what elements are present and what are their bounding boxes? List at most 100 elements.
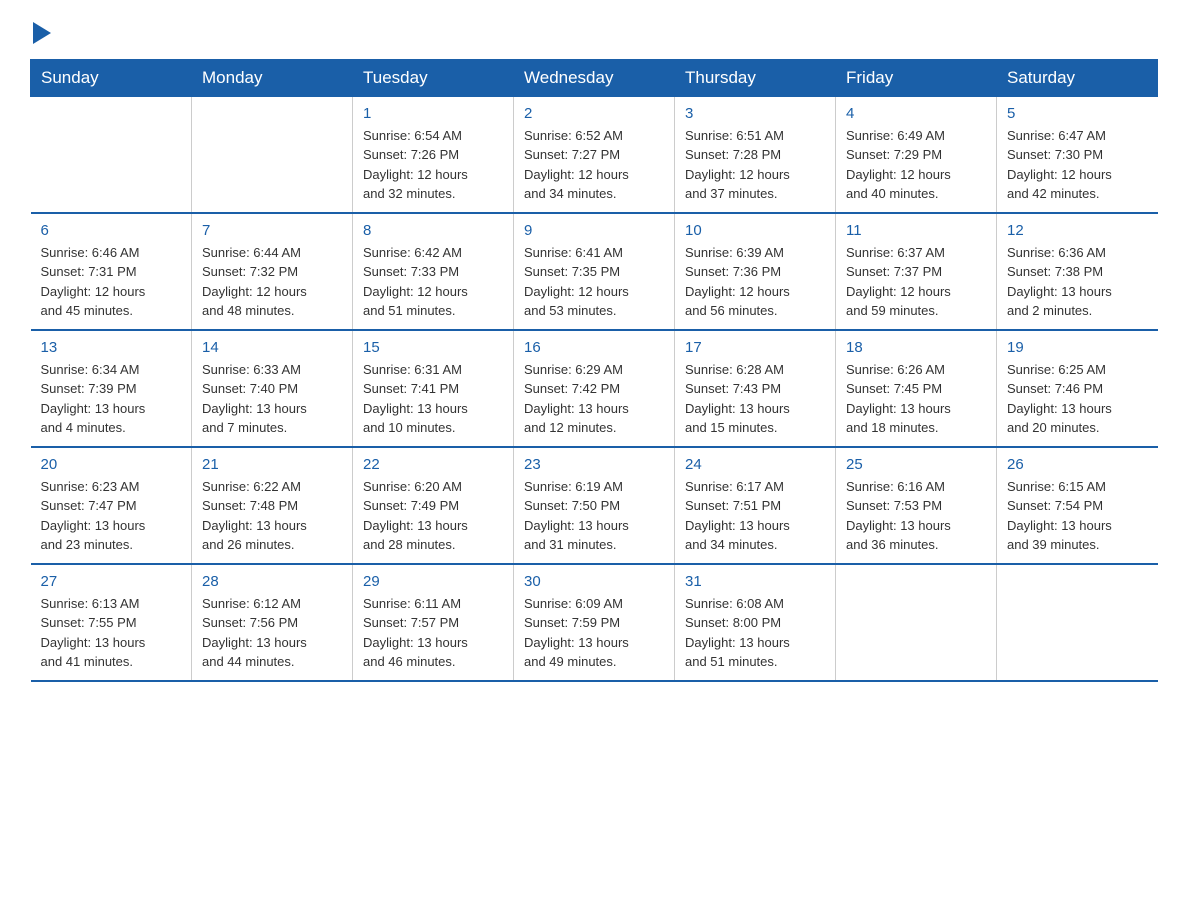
- day-number: 7: [202, 222, 342, 239]
- header-cell-tuesday: Tuesday: [353, 59, 514, 96]
- day-cell: 20 Sunrise: 6:23 AM Sunset: 7:47 PM Dayli…: [31, 447, 192, 564]
- day-info: Sunrise: 6:25 AM Sunset: 7:46 PM Dayligh…: [1007, 360, 1148, 438]
- day-cell: 28Sunrise: 6:12 AM Sunset: 7:56 PM Dayli…: [192, 564, 353, 681]
- day-cell: 8 Sunrise: 6:42 AM Sunset: 7:33 PM Daylig…: [353, 213, 514, 330]
- day-number: 30: [524, 573, 664, 590]
- day-cell: 12Sunrise: 6:36 AM Sunset: 7:38 PM Dayli…: [997, 213, 1158, 330]
- day-number: 12: [1007, 222, 1148, 239]
- day-number: 24: [685, 456, 825, 473]
- day-number: 20: [41, 456, 182, 473]
- day-number: 21: [202, 456, 342, 473]
- day-info: Sunrise: 6:39 AM Sunset: 7:36 PM Dayligh…: [685, 243, 825, 321]
- day-info: Sunrise: 6:15 AM Sunset: 7:54 PM Dayligh…: [1007, 477, 1148, 555]
- day-cell: 26 Sunrise: 6:15 AM Sunset: 7:54 PM Dayli…: [997, 447, 1158, 564]
- day-number: 19: [1007, 339, 1148, 356]
- calendar: SundayMondayTuesdayWednesdayThursdayFrid…: [30, 59, 1158, 682]
- day-number: 4: [846, 105, 986, 122]
- day-info: Sunrise: 6:29 AM Sunset: 7:42 PM Dayligh…: [524, 360, 664, 438]
- day-number: 22: [363, 456, 503, 473]
- header-cell-thursday: Thursday: [675, 59, 836, 96]
- day-number: 18: [846, 339, 986, 356]
- day-cell: 21 Sunrise: 6:22 AM Sunset: 7:48 PM Dayli…: [192, 447, 353, 564]
- day-info: Sunrise: 6:31 AM Sunset: 7:41 PM Dayligh…: [363, 360, 503, 438]
- logo: [30, 20, 51, 49]
- calendar-header: SundayMondayTuesdayWednesdayThursdayFrid…: [31, 59, 1158, 96]
- header-cell-friday: Friday: [836, 59, 997, 96]
- day-info: Sunrise: 6:37 AM Sunset: 7:37 PM Dayligh…: [846, 243, 986, 321]
- day-info: Sunrise: 6:47 AM Sunset: 7:30 PM Dayligh…: [1007, 126, 1148, 204]
- week-row-5: 27Sunrise: 6:13 AM Sunset: 7:55 PM Dayli…: [31, 564, 1158, 681]
- day-cell: 6 Sunrise: 6:46 AM Sunset: 7:31 PM Daylig…: [31, 213, 192, 330]
- page-header: [30, 20, 1158, 49]
- day-cell: 2Sunrise: 6:52 AM Sunset: 7:27 PM Daylig…: [514, 96, 675, 213]
- day-info: Sunrise: 6:26 AM Sunset: 7:45 PM Dayligh…: [846, 360, 986, 438]
- day-info: Sunrise: 6:08 AM Sunset: 8:00 PM Dayligh…: [685, 594, 825, 672]
- day-number: 26: [1007, 456, 1148, 473]
- header-cell-monday: Monday: [192, 59, 353, 96]
- day-number: 13: [41, 339, 182, 356]
- week-row-3: 13 Sunrise: 6:34 AM Sunset: 7:39 PM Dayli…: [31, 330, 1158, 447]
- day-number: 5: [1007, 105, 1148, 122]
- day-cell: 23Sunrise: 6:19 AM Sunset: 7:50 PM Dayli…: [514, 447, 675, 564]
- day-number: 23: [524, 456, 664, 473]
- day-info: Sunrise: 6:34 AM Sunset: 7:39 PM Dayligh…: [41, 360, 182, 438]
- day-info: Sunrise: 6:52 AM Sunset: 7:27 PM Dayligh…: [524, 126, 664, 204]
- calendar-body: 1Sunrise: 6:54 AM Sunset: 7:26 PM Daylig…: [31, 96, 1158, 681]
- day-cell: 18 Sunrise: 6:26 AM Sunset: 7:45 PM Dayli…: [836, 330, 997, 447]
- day-cell: 30 Sunrise: 6:09 AM Sunset: 7:59 PM Dayli…: [514, 564, 675, 681]
- day-number: 9: [524, 222, 664, 239]
- day-cell: 4 Sunrise: 6:49 AM Sunset: 7:29 PM Daylig…: [836, 96, 997, 213]
- week-row-2: 6 Sunrise: 6:46 AM Sunset: 7:31 PM Daylig…: [31, 213, 1158, 330]
- day-cell: 16 Sunrise: 6:29 AM Sunset: 7:42 PM Dayli…: [514, 330, 675, 447]
- day-cell: 15 Sunrise: 6:31 AM Sunset: 7:41 PM Dayli…: [353, 330, 514, 447]
- day-number: 3: [685, 105, 825, 122]
- day-info: Sunrise: 6:54 AM Sunset: 7:26 PM Dayligh…: [363, 126, 503, 204]
- day-number: 17: [685, 339, 825, 356]
- day-number: 8: [363, 222, 503, 239]
- header-row: SundayMondayTuesdayWednesdayThursdayFrid…: [31, 59, 1158, 96]
- day-cell: 25Sunrise: 6:16 AM Sunset: 7:53 PM Dayli…: [836, 447, 997, 564]
- day-cell: 31Sunrise: 6:08 AM Sunset: 8:00 PM Dayli…: [675, 564, 836, 681]
- day-number: 25: [846, 456, 986, 473]
- day-cell: 29Sunrise: 6:11 AM Sunset: 7:57 PM Dayli…: [353, 564, 514, 681]
- day-cell: 13 Sunrise: 6:34 AM Sunset: 7:39 PM Dayli…: [31, 330, 192, 447]
- day-cell: 27Sunrise: 6:13 AM Sunset: 7:55 PM Dayli…: [31, 564, 192, 681]
- day-info: Sunrise: 6:46 AM Sunset: 7:31 PM Dayligh…: [41, 243, 182, 321]
- day-cell: 24 Sunrise: 6:17 AM Sunset: 7:51 PM Dayli…: [675, 447, 836, 564]
- day-number: 14: [202, 339, 342, 356]
- day-cell: 19 Sunrise: 6:25 AM Sunset: 7:46 PM Dayli…: [997, 330, 1158, 447]
- header-cell-sunday: Sunday: [31, 59, 192, 96]
- day-info: Sunrise: 6:23 AM Sunset: 7:47 PM Dayligh…: [41, 477, 182, 555]
- day-cell: 11 Sunrise: 6:37 AM Sunset: 7:37 PM Dayli…: [836, 213, 997, 330]
- day-info: Sunrise: 6:22 AM Sunset: 7:48 PM Dayligh…: [202, 477, 342, 555]
- day-info: Sunrise: 6:09 AM Sunset: 7:59 PM Dayligh…: [524, 594, 664, 672]
- day-info: Sunrise: 6:28 AM Sunset: 7:43 PM Dayligh…: [685, 360, 825, 438]
- day-cell: [836, 564, 997, 681]
- day-info: Sunrise: 6:17 AM Sunset: 7:51 PM Dayligh…: [685, 477, 825, 555]
- day-info: Sunrise: 6:42 AM Sunset: 7:33 PM Dayligh…: [363, 243, 503, 321]
- day-number: 29: [363, 573, 503, 590]
- day-number: 10: [685, 222, 825, 239]
- day-cell: 22 Sunrise: 6:20 AM Sunset: 7:49 PM Dayli…: [353, 447, 514, 564]
- day-cell: [192, 96, 353, 213]
- day-number: 11: [846, 222, 986, 239]
- day-number: 15: [363, 339, 503, 356]
- day-cell: 5 Sunrise: 6:47 AM Sunset: 7:30 PM Daylig…: [997, 96, 1158, 213]
- day-number: 28: [202, 573, 342, 590]
- week-row-1: 1Sunrise: 6:54 AM Sunset: 7:26 PM Daylig…: [31, 96, 1158, 213]
- day-info: Sunrise: 6:44 AM Sunset: 7:32 PM Dayligh…: [202, 243, 342, 321]
- day-info: Sunrise: 6:49 AM Sunset: 7:29 PM Dayligh…: [846, 126, 986, 204]
- header-cell-saturday: Saturday: [997, 59, 1158, 96]
- day-cell: 10 Sunrise: 6:39 AM Sunset: 7:36 PM Dayli…: [675, 213, 836, 330]
- day-number: 16: [524, 339, 664, 356]
- day-info: Sunrise: 6:20 AM Sunset: 7:49 PM Dayligh…: [363, 477, 503, 555]
- day-info: Sunrise: 6:41 AM Sunset: 7:35 PM Dayligh…: [524, 243, 664, 321]
- day-cell: 3Sunrise: 6:51 AM Sunset: 7:28 PM Daylig…: [675, 96, 836, 213]
- day-info: Sunrise: 6:13 AM Sunset: 7:55 PM Dayligh…: [41, 594, 182, 672]
- day-cell: 9 Sunrise: 6:41 AM Sunset: 7:35 PM Daylig…: [514, 213, 675, 330]
- header-cell-wednesday: Wednesday: [514, 59, 675, 96]
- day-cell: [997, 564, 1158, 681]
- day-cell: 14 Sunrise: 6:33 AM Sunset: 7:40 PM Dayli…: [192, 330, 353, 447]
- day-number: 6: [41, 222, 182, 239]
- day-info: Sunrise: 6:33 AM Sunset: 7:40 PM Dayligh…: [202, 360, 342, 438]
